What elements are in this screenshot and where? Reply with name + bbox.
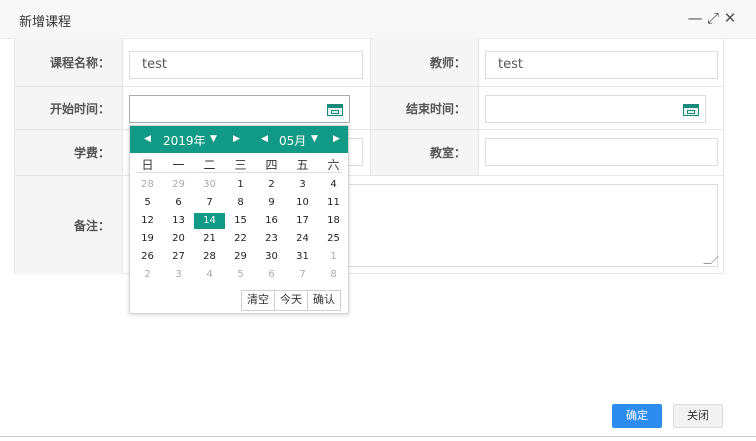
calendar-day[interactable]: 8 (318, 267, 349, 283)
start-time-input[interactable] (129, 95, 350, 123)
confirm-date-button[interactable]: 确认 (307, 291, 340, 310)
calendar-day[interactable]: 14 (194, 213, 225, 229)
calendar-day[interactable]: 8 (225, 195, 256, 211)
classroom-label: 教室： (371, 130, 478, 175)
calendar-day[interactable]: 2 (256, 177, 287, 193)
calendar-day[interactable]: 22 (225, 231, 256, 247)
calendar-day[interactable]: 27 (163, 249, 194, 265)
month-dropdown-icon[interactable]: ▼ (311, 134, 318, 144)
calendar-day[interactable]: 23 (256, 231, 287, 247)
calendar-day[interactable]: 3 (287, 177, 318, 193)
clear-button[interactable]: 清空 (242, 291, 274, 310)
next-month-icon[interactable]: ▶ (333, 134, 340, 144)
date-picker-actions: 清空 今天 确认 (241, 290, 341, 311)
form-row-name: 课程名称： test 教师： test (15, 38, 723, 87)
weekday-label: 二 (203, 158, 216, 172)
calendar-day[interactable]: 11 (318, 195, 349, 211)
dialog-titlebar: 新增课程 — ⤢ ✕ (0, 0, 756, 39)
weekday-label: 日 (141, 158, 154, 172)
year-select[interactable]: 2019年 (163, 132, 206, 149)
calendar-day[interactable]: 19 (132, 231, 163, 247)
calendar-day[interactable]: 6 (163, 195, 194, 211)
form-row-fee: 学费： 教室： (15, 130, 723, 176)
weekday-label: 三 (234, 158, 247, 172)
calendar-day[interactable]: 9 (256, 195, 287, 211)
calendar-day[interactable]: 4 (318, 177, 349, 193)
ok-button[interactable]: 确定 (612, 404, 662, 428)
close-icon[interactable]: ✕ (721, 9, 739, 27)
classroom-input[interactable] (485, 138, 718, 166)
calendar-day[interactable]: 30 (256, 249, 287, 265)
end-time-label: 结束时间： (371, 87, 478, 129)
weekday-label: 四 (265, 158, 278, 172)
calendar-day[interactable]: 31 (287, 249, 318, 265)
month-select[interactable]: 05月 (279, 132, 306, 149)
calendar-day[interactable]: 25 (318, 231, 349, 247)
course-name-label: 课程名称： (15, 38, 122, 86)
calendar-day[interactable]: 1 (318, 249, 349, 265)
calendar-day[interactable]: 26 (132, 249, 163, 265)
teacher-input[interactable]: test (485, 51, 718, 79)
maximize-icon[interactable]: ⤢ (704, 9, 722, 27)
calendar-day[interactable]: 18 (318, 213, 349, 229)
weekday-label: 五 (296, 158, 309, 172)
prev-year-icon[interactable]: ◀ (144, 134, 151, 144)
calendar-icon[interactable] (327, 104, 343, 116)
form-row-remark: 备注： (15, 176, 723, 274)
year-dropdown-icon[interactable]: ▼ (210, 134, 217, 144)
calendar-day[interactable]: 29 (225, 249, 256, 265)
resize-grip-icon[interactable] (703, 256, 719, 264)
calendar-day[interactable]: 28 (132, 177, 163, 193)
calendar-day[interactable]: 5 (225, 267, 256, 283)
calendar-day[interactable]: 15 (225, 213, 256, 229)
calendar-day[interactable]: 28 (194, 249, 225, 265)
weekday-label: 六 (327, 158, 340, 172)
calendar-day[interactable]: 7 (194, 195, 225, 211)
fee-label: 学费： (15, 130, 122, 175)
prev-month-icon[interactable]: ◀ (261, 134, 268, 144)
calendar-day[interactable]: 5 (132, 195, 163, 211)
calendar-day[interactable]: 6 (256, 267, 287, 283)
minimize-icon[interactable]: — (686, 9, 704, 27)
form-row-time: 开始时间： 结束时间： (15, 87, 723, 130)
date-picker-header: ◀ 2019年 ▼ ▶ ◀ 05月 ▼ ▶ (130, 126, 348, 153)
calendar-day[interactable]: 20 (163, 231, 194, 247)
calendar-day[interactable]: 2 (132, 267, 163, 283)
today-button[interactable]: 今天 (274, 291, 307, 310)
start-time-label: 开始时间： (15, 87, 122, 129)
next-year-icon[interactable]: ▶ (233, 134, 240, 144)
calendar-day[interactable]: 4 (194, 267, 225, 283)
calendar-day[interactable]: 29 (163, 177, 194, 193)
calendar-day[interactable]: 3 (163, 267, 194, 283)
calendar-day[interactable]: 16 (256, 213, 287, 229)
calendar-icon[interactable] (683, 104, 699, 116)
calendar-day[interactable]: 21 (194, 231, 225, 247)
course-name-input[interactable]: test (129, 51, 363, 79)
dialog-title: 新增课程 (19, 15, 72, 30)
weekday-label: 一 (172, 158, 185, 172)
calendar-day[interactable]: 10 (287, 195, 318, 211)
calendar-day[interactable]: 13 (163, 213, 194, 229)
calendar-day[interactable]: 12 (132, 213, 163, 229)
course-form: 课程名称： test 教师： test 开始时间： 结束时间： 学费： 教室： (14, 38, 724, 274)
remark-label: 备注： (15, 176, 122, 274)
calendar-day[interactable]: 7 (287, 267, 318, 283)
teacher-label: 教师： (371, 38, 478, 86)
calendar-day[interactable]: 17 (287, 213, 318, 229)
end-time-input[interactable] (485, 95, 706, 123)
close-button[interactable]: 关闭 (673, 404, 723, 428)
date-picker: ◀ 2019年 ▼ ▶ ◀ 05月 ▼ ▶ 日一二三四五六 28 29 30 1 2 3 4… (129, 125, 349, 314)
calendar-day[interactable]: 24 (287, 231, 318, 247)
calendar-day[interactable]: 1 (225, 177, 256, 193)
calendar-day[interactable]: 30 (194, 177, 225, 193)
